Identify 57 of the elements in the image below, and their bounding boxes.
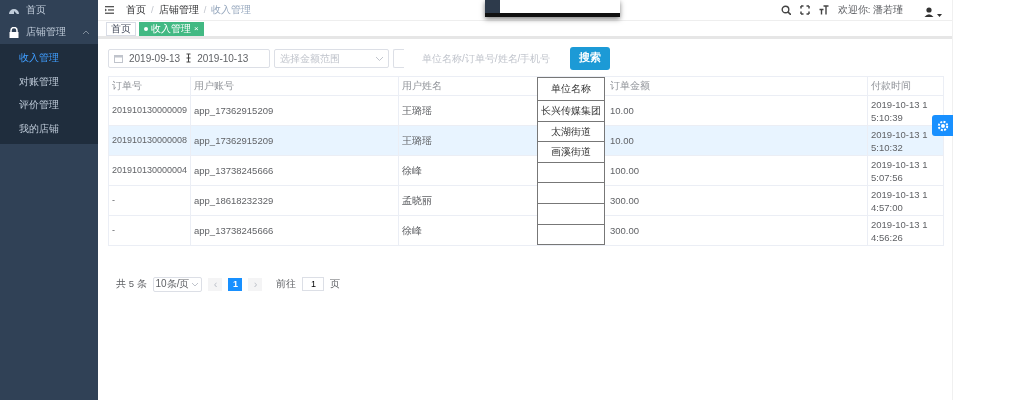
user-icon (924, 7, 934, 17)
column-header: 用户账号 (190, 76, 399, 96)
unit-option[interactable]: 画溪街道 (538, 142, 604, 163)
menu-icon (105, 5, 114, 15)
table-cell[interactable]: app_17362915209 (190, 125, 399, 156)
settings-icon (936, 119, 949, 132)
chevron-down-icon (191, 281, 200, 287)
sidebar-item[interactable]: 店铺管理 (0, 20, 98, 44)
sidebar-item[interactable]: 首页 (0, 0, 98, 20)
table-cell[interactable]: - (108, 185, 191, 216)
caret-icon (937, 14, 942, 17)
table-cell[interactable]: app_13738245666 (190, 215, 399, 246)
table-cell[interactable]: 201910130000009 (108, 95, 191, 126)
chevron-icon (82, 30, 90, 35)
date-start-value: 2019-09-13 (129, 52, 181, 64)
column-header: 订单号 (108, 76, 191, 96)
calendar-icon (114, 53, 123, 63)
table-cell[interactable]: app_17362915209 (190, 95, 399, 126)
table-cell[interactable]: app_13738245666 (190, 155, 399, 186)
goto-label: 前往 (276, 277, 297, 291)
table-cell[interactable]: 2019-10-13 14:57:00 (867, 185, 944, 216)
breadcrumb-separator: / (151, 3, 154, 17)
unit-header: 单位名称 (538, 78, 604, 101)
unit-option[interactable]: 太湖街道 (538, 121, 604, 143)
sidebar-subitem[interactable]: 我的店铺 (0, 116, 98, 140)
sidebar-subitem[interactable]: 对账管理 (0, 69, 98, 93)
search-icon (780, 5, 791, 15)
unit-option[interactable]: 长兴传媒集团 (538, 101, 604, 122)
fullscreen-icon (799, 5, 810, 15)
table-cell[interactable]: - (108, 215, 191, 246)
breadcrumb-item[interactable]: 店铺管理 (158, 3, 199, 17)
table-cell[interactable]: 2019-10-13 14:56:26 (867, 215, 944, 246)
page-input[interactable]: 1 (302, 277, 325, 291)
breadcrumb-item[interactable]: 首页 (126, 3, 146, 17)
table-cell[interactable]: 201910130000004 (108, 155, 191, 186)
welcome-text: 欢迎你: 潘若瑾 (837, 3, 903, 17)
page-size-select[interactable]: 10条/页 (152, 276, 203, 292)
table-cell[interactable]: app_18618232329 (190, 185, 399, 216)
total-count: 共 5 条 (116, 277, 147, 291)
column-header: 订单金额 (601, 76, 868, 96)
sidebar-subitem[interactable]: 收入管理 (0, 46, 98, 70)
table-cell[interactable]: 2019-10-13 15:07:56 (867, 155, 944, 186)
tab[interactable]: 首页 (106, 22, 136, 36)
table-cell[interactable]: 201910130000008 (108, 125, 191, 156)
settings-button[interactable] (932, 115, 953, 136)
sidebar-subitem[interactable]: 评价管理 (0, 93, 98, 117)
page-suffix: 页 (330, 277, 341, 291)
date-end-value: 2019-10-13 (197, 52, 249, 64)
date-range-field[interactable]: 2019-09-13 2019-10-13 (108, 48, 270, 68)
font-size-icon (818, 5, 829, 15)
chevron-down-icon (375, 55, 384, 62)
range-separator-icon (186, 53, 192, 63)
column-header: 付款时间 (867, 76, 944, 96)
lock-icon (8, 26, 20, 38)
select-field[interactable] (393, 48, 404, 68)
breadcrumb-separator: / (203, 3, 207, 17)
breadcrumb-item: 收入管理 (211, 3, 252, 17)
